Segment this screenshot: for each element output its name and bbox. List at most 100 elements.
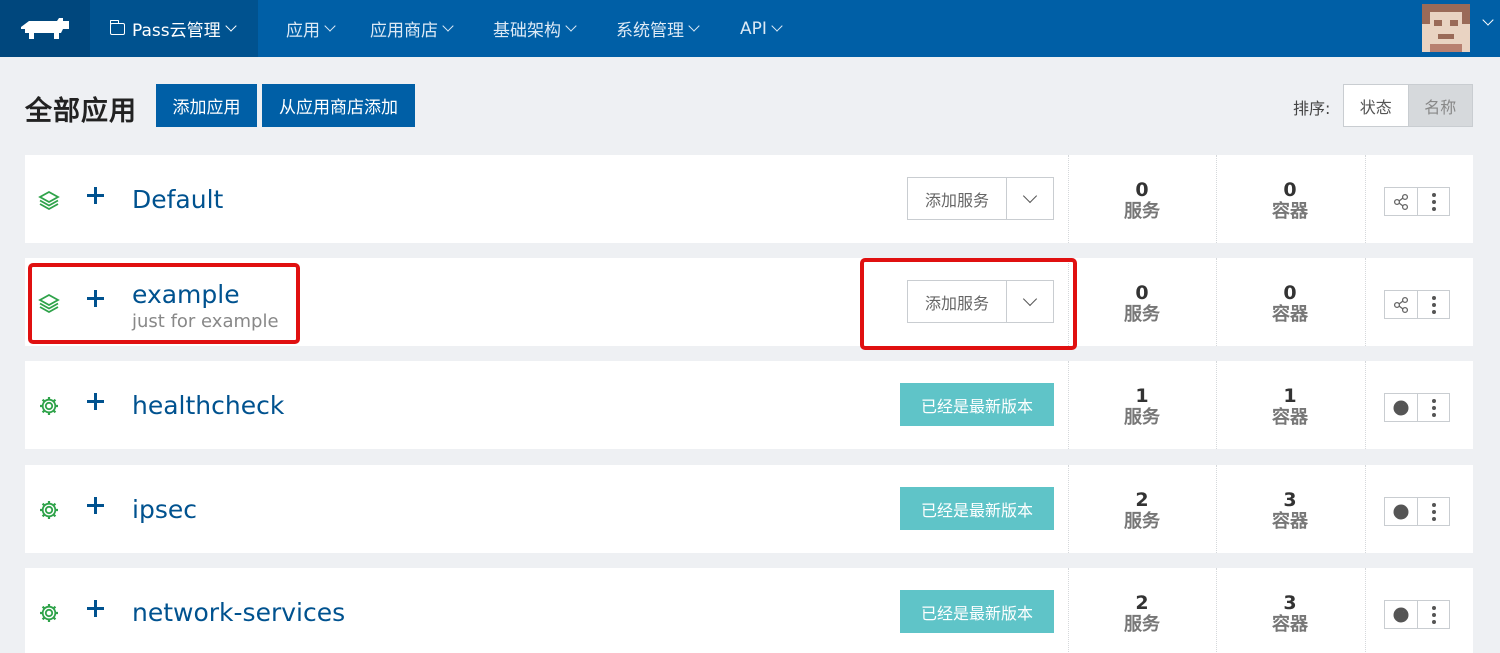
row-actions xyxy=(1384,600,1450,629)
container-count-value: 3 xyxy=(1283,592,1297,614)
add-app-button[interactable]: 添加应用 xyxy=(156,84,257,127)
nav-catalog-label: 应用商店 xyxy=(370,21,438,41)
chevron-down-icon xyxy=(442,20,454,32)
stack-name[interactable]: network-services xyxy=(132,598,345,627)
chevron-down-icon xyxy=(771,20,783,32)
up-to-date-badge[interactable]: 已经是最新版本 xyxy=(900,590,1054,633)
folder-icon xyxy=(109,19,125,35)
more-actions-button[interactable] xyxy=(1418,498,1449,525)
service-count: 2 服务 xyxy=(1068,592,1216,636)
rancher-logo[interactable] xyxy=(0,0,90,57)
row-actions xyxy=(1384,497,1450,526)
stop-button[interactable] xyxy=(1385,394,1418,421)
service-count: 0 服务 xyxy=(1068,282,1216,326)
sort-by-state-button[interactable]: 状态 xyxy=(1344,85,1408,126)
up-to-date-badge[interactable]: 已经是最新版本 xyxy=(900,487,1054,530)
stack-row: Default 添加服务 0 服务 0 容器 xyxy=(25,155,1473,243)
chevron-down-icon xyxy=(1022,188,1038,204)
column-divider xyxy=(1365,361,1366,449)
layers-icon xyxy=(38,189,60,211)
stop-button[interactable] xyxy=(1385,498,1418,525)
chevron-down-icon xyxy=(324,20,336,32)
chevron-down-icon[interactable] xyxy=(1482,14,1494,26)
more-actions-button[interactable] xyxy=(1418,394,1449,421)
nav-api-label: API xyxy=(740,18,767,39)
stack-name[interactable]: ipsec xyxy=(132,495,197,524)
container-count-label: 容器 xyxy=(1272,304,1308,325)
container-count-label: 容器 xyxy=(1272,201,1308,222)
service-count-value: 1 xyxy=(1135,385,1149,407)
add-from-catalog-button[interactable]: 从应用商店添加 xyxy=(262,84,415,127)
stack-name[interactable]: healthcheck xyxy=(132,391,284,420)
environment-switcher[interactable]: Pass云管理 xyxy=(90,0,258,57)
column-divider xyxy=(1365,568,1366,653)
highlight-box-add-service xyxy=(860,258,1077,350)
stop-icon xyxy=(1393,400,1409,415)
sort-label: 排序: xyxy=(1293,99,1331,118)
service-count-label: 服务 xyxy=(1124,614,1160,635)
stop-button[interactable] xyxy=(1385,601,1418,628)
row-actions xyxy=(1384,187,1450,216)
service-count-label: 服务 xyxy=(1124,407,1160,428)
share-icon xyxy=(1393,193,1409,210)
stack-row: healthcheck 已经是最新版本 1 服务 1 容器 xyxy=(25,361,1473,449)
sort-by-name-button[interactable]: 名称 xyxy=(1407,85,1472,126)
service-count-label: 服务 xyxy=(1124,201,1160,222)
service-count-value: 0 xyxy=(1135,179,1149,201)
container-count: 0 容器 xyxy=(1216,282,1364,326)
stack-row: network-services 已经是最新版本 2 服务 3 容器 xyxy=(25,568,1473,653)
service-count: 1 服务 xyxy=(1068,385,1216,429)
nav-apps[interactable]: 应用 xyxy=(286,0,336,57)
nav-catalog[interactable]: 应用商店 xyxy=(370,0,454,57)
stack-name[interactable]: Default xyxy=(132,185,223,214)
container-count-value: 1 xyxy=(1283,385,1297,407)
row-actions xyxy=(1384,393,1450,422)
more-actions-button[interactable] xyxy=(1418,601,1449,628)
expand-plus-icon[interactable] xyxy=(85,391,107,413)
more-actions-button[interactable] xyxy=(1418,291,1449,318)
container-count-label: 容器 xyxy=(1272,407,1308,428)
container-count-value: 3 xyxy=(1283,489,1297,511)
container-count-label: 容器 xyxy=(1272,511,1308,532)
add-service-button[interactable]: 添加服务 xyxy=(908,178,1007,219)
column-divider xyxy=(1365,258,1366,346)
row-actions xyxy=(1384,290,1450,319)
sort-toggle: 状态 名称 xyxy=(1343,84,1473,127)
user-avatar[interactable] xyxy=(1422,4,1470,52)
expand-plus-icon[interactable] xyxy=(85,598,107,620)
add-service-dropdown[interactable] xyxy=(1007,178,1053,219)
chevron-down-icon xyxy=(224,20,237,32)
gear-icon xyxy=(38,602,60,624)
share-icon xyxy=(1393,296,1409,313)
nav-api[interactable]: API xyxy=(740,0,783,57)
kebab-menu-icon xyxy=(1431,192,1436,211)
kebab-menu-icon xyxy=(1431,398,1436,417)
share-button[interactable] xyxy=(1385,188,1418,215)
share-button[interactable] xyxy=(1385,291,1418,318)
chevron-down-icon xyxy=(565,20,577,32)
nav-admin[interactable]: 系统管理 xyxy=(616,0,700,57)
expand-plus-icon[interactable] xyxy=(85,495,107,517)
top-navbar: Pass云管理 应用 应用商店 基础架构 系统管理 API xyxy=(0,0,1500,57)
page-title: 全部应用 xyxy=(25,96,137,127)
container-count-value: 0 xyxy=(1283,179,1297,201)
nav-infrastructure-label: 基础架构 xyxy=(493,21,561,41)
service-count: 0 服务 xyxy=(1068,179,1216,223)
stack-row: ipsec 已经是最新版本 2 服务 3 容器 xyxy=(25,465,1473,553)
stop-icon xyxy=(1393,607,1409,622)
up-to-date-badge[interactable]: 已经是最新版本 xyxy=(900,383,1054,426)
more-actions-button[interactable] xyxy=(1418,188,1449,215)
service-count-value: 2 xyxy=(1135,489,1149,511)
highlight-box-stack xyxy=(28,263,300,344)
chevron-down-icon xyxy=(688,20,700,32)
cow-logo-icon xyxy=(21,17,69,39)
add-service-group: 添加服务 xyxy=(907,177,1054,220)
kebab-menu-icon xyxy=(1431,502,1436,521)
container-count: 3 容器 xyxy=(1216,489,1364,533)
service-count-label: 服务 xyxy=(1124,511,1160,532)
gear-icon xyxy=(38,499,60,521)
nav-infrastructure[interactable]: 基础架构 xyxy=(493,0,577,57)
expand-plus-icon[interactable] xyxy=(85,185,107,207)
nav-admin-label: 系统管理 xyxy=(616,21,684,41)
kebab-menu-icon xyxy=(1431,295,1436,314)
